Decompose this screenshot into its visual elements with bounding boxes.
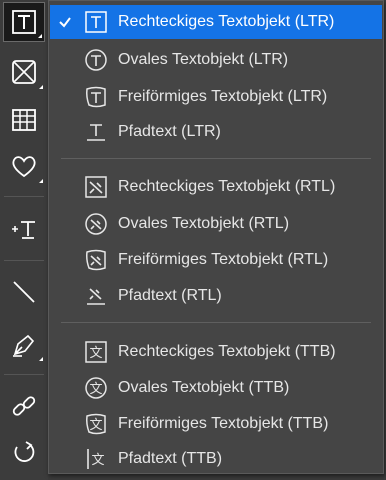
menu-item-oval-text-ltr[interactable]: Ovales Textobjekt (LTR) (50, 43, 382, 77)
menu-item-label: Rechteckiges Textobjekt (TTB) (118, 343, 336, 360)
menu-item-oval-text-ttb[interactable]: 文 Ovales Textobjekt (TTB) (50, 371, 382, 405)
path-text-rtl-icon (84, 284, 108, 308)
menu-item-path-text-ttb[interactable]: 文 Pfadtext (TTB) (50, 442, 382, 476)
freeform-text-ltr-icon (84, 85, 108, 109)
menu-item-path-text-rtl[interactable]: Pfadtext (RTL) (50, 279, 382, 313)
menu-item-label: Ovales Textobjekt (TTB) (118, 379, 290, 396)
menu-item-rect-text-ltr[interactable]: Rechteckiges Textobjekt (LTR) (50, 5, 382, 39)
oval-text-rtl-icon (84, 212, 108, 236)
menu-item-label: Freiförmiges Textobjekt (TTB) (118, 415, 329, 432)
freeform-text-ttb-icon: 文 (84, 412, 108, 436)
shape-tool-button[interactable] (3, 146, 45, 186)
menu-item-oval-text-rtl[interactable]: Ovales Textobjekt (RTL) (50, 207, 382, 241)
menu-item-label: Freiförmiges Textobjekt (RTL) (118, 251, 329, 268)
line-tool-button[interactable] (3, 272, 45, 312)
add-text-tool-button[interactable] (3, 208, 45, 248)
frame-x-icon (12, 60, 36, 84)
rect-text-rtl-icon (84, 175, 108, 199)
menu-item-freeform-text-ttb[interactable]: 文 Freiförmiges Textobjekt (TTB) (50, 407, 382, 441)
oval-text-ttb-icon: 文 (84, 376, 108, 400)
menu-item-rect-text-ttb[interactable]: 文 Rechteckiges Textobjekt (TTB) (50, 335, 382, 369)
menu-item-label: Rechteckiges Textobjekt (RTL) (118, 178, 336, 195)
menu-item-rect-text-rtl[interactable]: Rechteckiges Textobjekt (RTL) (50, 170, 382, 204)
tools-toolbar (0, 0, 48, 480)
menu-item-label: Pfadtext (RTL) (118, 287, 222, 304)
rect-text-ltr-icon (84, 10, 108, 34)
text-tool-flyout-menu: Rechteckiges Textobjekt (LTR) Ovales Tex… (48, 0, 384, 474)
table-icon (12, 109, 36, 131)
menu-item-freeform-text-ltr[interactable]: Freiförmiges Textobjekt (LTR) (50, 80, 382, 114)
menu-item-label: Ovales Textobjekt (RTL) (118, 215, 290, 232)
path-text-ltr-icon (84, 120, 108, 144)
pen-icon (13, 334, 35, 357)
text-tool-button[interactable] (3, 2, 45, 42)
add-text-icon (12, 221, 35, 239)
svg-text:文: 文 (91, 453, 104, 468)
menu-item-freeform-text-rtl[interactable]: Freiförmiges Textobjekt (RTL) (50, 243, 382, 277)
table-tool-button[interactable] (3, 100, 45, 140)
oval-text-ltr-icon (84, 48, 108, 72)
toolbar-divider (4, 196, 44, 197)
rect-text-ttb-icon: 文 (84, 340, 108, 364)
toolbar-divider (4, 260, 44, 261)
checkmark-icon (58, 15, 72, 29)
menu-item-label: Freiförmiges Textobjekt (LTR) (118, 88, 328, 105)
freeform-text-rtl-icon (84, 248, 108, 272)
path-text-ttb-icon: 文 (84, 447, 108, 471)
menu-divider (61, 322, 371, 323)
line-icon (13, 281, 35, 303)
menu-item-label: Rechteckiges Textobjekt (LTR) (118, 13, 335, 30)
svg-text:文: 文 (89, 382, 102, 397)
menu-item-path-text-ltr[interactable]: Pfadtext (LTR) (50, 115, 382, 149)
flyout-indicator-icon (39, 85, 43, 89)
svg-text:文: 文 (89, 418, 102, 433)
flyout-indicator-icon (38, 34, 42, 38)
rotate-tool-button[interactable] (3, 432, 45, 472)
menu-item-label: Pfadtext (TTB) (118, 450, 223, 467)
text-tool-icon (12, 10, 36, 34)
toolbar-divider (4, 374, 44, 375)
frame-tool-button[interactable] (3, 52, 45, 92)
svg-text:文: 文 (89, 346, 102, 361)
menu-divider (61, 158, 371, 159)
link-tool-button[interactable] (3, 386, 45, 426)
menu-item-label: Pfadtext (LTR) (118, 123, 221, 140)
pen-tool-button[interactable] (3, 324, 45, 364)
flyout-indicator-icon (39, 357, 43, 361)
link-icon (12, 396, 36, 416)
menu-item-label: Ovales Textobjekt (LTR) (118, 51, 289, 68)
flyout-indicator-icon (39, 179, 43, 183)
heart-shape-icon (12, 156, 36, 178)
rotate-icon (14, 441, 35, 462)
